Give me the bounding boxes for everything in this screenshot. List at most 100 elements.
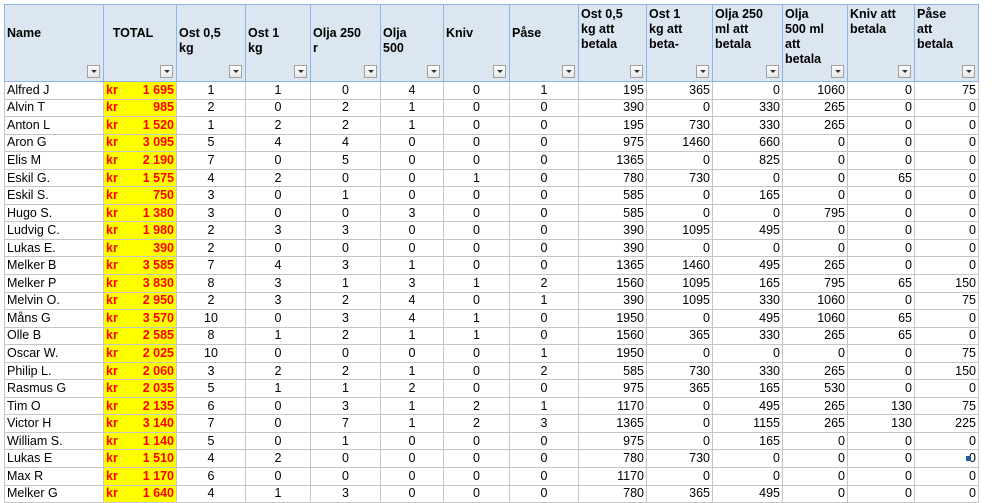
- cell-ost05[interactable]: 6: [176, 396, 246, 416]
- cell-ost1[interactable]: 2: [245, 361, 311, 381]
- cell-ost05[interactable]: 4: [176, 449, 246, 469]
- cell-pase_pay[interactable]: 0: [914, 151, 979, 170]
- cell-olja500[interactable]: 0: [380, 431, 444, 451]
- filter-dropdown-icon[interactable]: [630, 65, 643, 78]
- cell-name[interactable]: Lukas E: [4, 449, 104, 469]
- cell-kniv[interactable]: 0: [443, 81, 510, 100]
- cell-ost1_pay[interactable]: 0: [646, 467, 713, 486]
- cell-total[interactable]: kr 2 585: [103, 326, 177, 346]
- cell-ost1_pay[interactable]: 730: [646, 168, 713, 188]
- filter-dropdown-icon[interactable]: [962, 65, 975, 78]
- cell-ost1[interactable]: 1: [245, 81, 311, 100]
- cell-ost05_pay[interactable]: 1560: [578, 326, 647, 346]
- cell-kniv_pay[interactable]: 0: [847, 221, 915, 240]
- cell-olja500_pay[interactable]: 530: [782, 379, 848, 398]
- cell-kniv[interactable]: 0: [443, 221, 510, 240]
- cell-pase_pay[interactable]: 0: [914, 238, 979, 258]
- cell-name[interactable]: Aron G: [4, 133, 104, 153]
- cell-total[interactable]: kr 1 575: [103, 168, 177, 188]
- cell-kniv_pay[interactable]: 0: [847, 116, 915, 135]
- cell-olja250_pay[interactable]: 1155: [712, 414, 783, 433]
- cell-olja250_pay[interactable]: 165: [712, 379, 783, 398]
- cell-olja250[interactable]: 3: [310, 309, 381, 328]
- cell-olja250_pay[interactable]: 495: [712, 221, 783, 240]
- cell-olja250_pay[interactable]: 165: [712, 274, 783, 293]
- cell-kniv_pay[interactable]: 0: [847, 256, 915, 276]
- cell-olja250_pay[interactable]: 495: [712, 309, 783, 328]
- cell-pase[interactable]: 0: [509, 98, 579, 118]
- cell-ost1[interactable]: 1: [245, 484, 311, 503]
- cell-kniv[interactable]: 0: [443, 151, 510, 170]
- cell-name[interactable]: Victor H: [4, 414, 104, 433]
- cell-ost05[interactable]: 6: [176, 467, 246, 486]
- cell-pase_pay[interactable]: 75: [914, 81, 979, 100]
- cell-ost1[interactable]: 0: [245, 309, 311, 328]
- cell-total[interactable]: kr 1 510: [103, 449, 177, 469]
- cell-kniv_pay[interactable]: 65: [847, 274, 915, 293]
- cell-kniv_pay[interactable]: 0: [847, 81, 915, 100]
- cell-ost1_pay[interactable]: 0: [646, 98, 713, 118]
- cell-kniv_pay[interactable]: 0: [847, 361, 915, 381]
- cell-kniv_pay[interactable]: 0: [847, 484, 915, 503]
- filter-dropdown-icon[interactable]: [831, 65, 844, 78]
- cell-olja250[interactable]: 2: [310, 361, 381, 381]
- cell-name[interactable]: Melvin O.: [4, 291, 104, 311]
- cell-total[interactable]: kr 1 520: [103, 116, 177, 135]
- cell-ost1_pay[interactable]: 0: [646, 238, 713, 258]
- cell-ost1[interactable]: 3: [245, 274, 311, 293]
- cell-ost05_pay[interactable]: 585: [578, 361, 647, 381]
- cell-olja500_pay[interactable]: 1060: [782, 309, 848, 328]
- cell-pase[interactable]: 0: [509, 151, 579, 170]
- cell-pase[interactable]: 0: [509, 221, 579, 240]
- cell-ost1_pay[interactable]: 365: [646, 484, 713, 503]
- cell-ost1_pay[interactable]: 730: [646, 361, 713, 381]
- cell-pase[interactable]: 0: [509, 431, 579, 451]
- cell-olja500_pay[interactable]: 795: [782, 274, 848, 293]
- cell-ost1_pay[interactable]: 0: [646, 151, 713, 170]
- cell-ost05[interactable]: 7: [176, 151, 246, 170]
- cell-pase[interactable]: 0: [509, 203, 579, 223]
- cell-ost1[interactable]: 0: [245, 238, 311, 258]
- cell-olja500[interactable]: 1: [380, 396, 444, 416]
- cell-olja500_pay[interactable]: 0: [782, 238, 848, 258]
- cell-total[interactable]: kr 1 170: [103, 467, 177, 486]
- cell-pase_pay[interactable]: 75: [914, 344, 979, 363]
- cell-olja500[interactable]: 0: [380, 344, 444, 363]
- cell-olja500_pay[interactable]: 1060: [782, 291, 848, 311]
- cell-kniv_pay[interactable]: 130: [847, 396, 915, 416]
- cell-olja500[interactable]: 0: [380, 186, 444, 205]
- cell-kniv[interactable]: 0: [443, 256, 510, 276]
- cell-olja250[interactable]: 2: [310, 98, 381, 118]
- cell-name[interactable]: Alfred J: [4, 81, 104, 100]
- cell-kniv_pay[interactable]: 0: [847, 98, 915, 118]
- cell-total[interactable]: kr 3 830: [103, 274, 177, 293]
- cell-ost1[interactable]: 3: [245, 291, 311, 311]
- cell-ost1[interactable]: 0: [245, 98, 311, 118]
- cell-total[interactable]: kr 3 585: [103, 256, 177, 276]
- cell-ost05[interactable]: 10: [176, 344, 246, 363]
- cell-olja250_pay[interactable]: 330: [712, 291, 783, 311]
- cell-olja250[interactable]: 3: [310, 396, 381, 416]
- cell-total[interactable]: kr 985: [103, 98, 177, 118]
- cell-olja250[interactable]: 3: [310, 484, 381, 503]
- cell-ost05[interactable]: 2: [176, 291, 246, 311]
- cell-ost1[interactable]: 0: [245, 203, 311, 223]
- cell-kniv_pay[interactable]: 130: [847, 414, 915, 433]
- cell-ost05[interactable]: 2: [176, 221, 246, 240]
- filter-dropdown-icon[interactable]: [160, 65, 173, 78]
- cell-kniv_pay[interactable]: 65: [847, 168, 915, 188]
- cell-ost1_pay[interactable]: 1095: [646, 221, 713, 240]
- cell-name[interactable]: Melker P: [4, 274, 104, 293]
- cell-kniv[interactable]: 0: [443, 361, 510, 381]
- cell-pase_pay[interactable]: 225: [914, 414, 979, 433]
- cell-pase_pay[interactable]: 0: [914, 326, 979, 346]
- cell-kniv[interactable]: 0: [443, 98, 510, 118]
- cell-pase_pay[interactable]: 0: [914, 221, 979, 240]
- cell-olja250_pay[interactable]: 0: [712, 81, 783, 100]
- cell-kniv_pay[interactable]: 0: [847, 379, 915, 398]
- cell-olja500[interactable]: 0: [380, 133, 444, 153]
- cell-ost05[interactable]: 2: [176, 238, 246, 258]
- cell-pase_pay[interactable]: 0: [914, 309, 979, 328]
- cell-kniv[interactable]: 0: [443, 291, 510, 311]
- cell-ost1_pay[interactable]: 0: [646, 431, 713, 451]
